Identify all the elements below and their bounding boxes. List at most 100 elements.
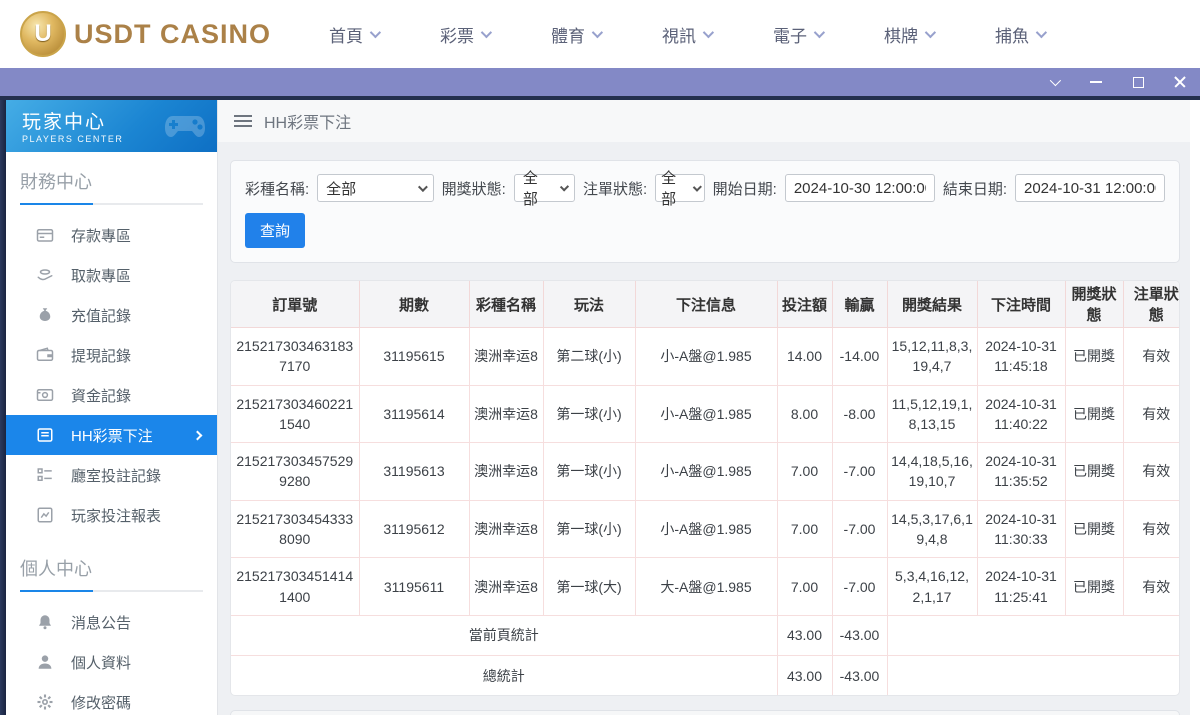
draw-status-select[interactable]: 全部 [513,170,575,208]
brand-logo[interactable]: U USDT CASINO [20,11,271,57]
page: U USDT CASINO 首頁 彩票 體育 視訊 電子 棋牌 捕魚 玩家中心 … [0,0,1200,715]
sidebar-item-funds-record[interactable]: 資金記錄 [6,375,217,415]
summary-empty [886,615,1179,656]
query-button[interactable]: 查詢 [245,213,306,248]
cell-playtype: 第一球(大) [542,557,635,616]
chevron-right-icon [192,430,203,440]
nav-label: 彩票 [440,26,475,46]
window-minimize-button[interactable] [1088,74,1104,90]
summary-label: 當前頁統計 [231,615,777,656]
cell-winloss: -14.00 [831,327,887,386]
cell-draw-status: 已開獎 [1064,557,1123,616]
sidebar-header: 玩家中心 PLAYERS CENTER [6,100,217,152]
sidebar-item-label: 存款專區 [71,227,132,245]
nav-item-sports[interactable]: 體育 [551,22,604,47]
nav-item-live[interactable]: 視訊 [662,22,715,47]
breadcrumb: HH彩票下注 [218,100,1190,142]
cell-bet-amount: 8.00 [776,385,832,444]
sidebar-item-recharge-record[interactable]: 充值記錄 [6,295,217,335]
window-maximize-button[interactable] [1130,74,1146,90]
order-status-value: 全部 [661,170,677,208]
sidebar-item-label: 廳室投註記錄 [71,467,162,485]
start-date-input[interactable] [784,174,935,202]
cell-winloss: -7.00 [831,500,887,559]
cell-bet-time: 2024-10-31 11:30:33 [976,500,1065,559]
start-date-label: 開始日期: [712,180,777,198]
lottery-name-label: 彩種名稱: [245,180,310,198]
cell-bet-time: 2024-10-31 11:45:18 [976,327,1065,386]
sidebar-item-label: 消息公告 [71,614,132,632]
sidebar-item-player-bet-report[interactable]: 玩家投注報表 [6,495,217,535]
gamepad-icon [163,108,207,142]
cell-order-status: 有效 [1122,500,1179,559]
maximize-icon [1132,76,1144,88]
lottery-name-select[interactable]: 全部 [317,174,434,202]
sidebar-item-withdraw-record[interactable]: 提現記錄 [6,335,217,375]
sidebar-item-label: 修改密碼 [71,694,132,712]
nav-label: 捕魚 [995,26,1030,46]
table-row: 2152173034575299280 31195613 澳洲幸运8 第一球(小) 小-… [231,442,1179,501]
cell-bet-info: 小-A盤@1.985 [634,327,777,386]
cell-bet-info: 小-A盤@1.985 [634,385,777,444]
summary-winloss: -43.00 [831,655,887,696]
nav-label: 體育 [551,26,586,46]
cell-lottery: 澳洲幸运8 [468,442,543,501]
moneybag-icon [36,306,54,324]
hamburger-menu-icon[interactable] [234,115,252,127]
table-row: 2152173034631837170 31195615 澳洲幸运8 第二球(小) 小-… [231,327,1179,386]
cell-draw-status: 已開獎 [1064,385,1123,444]
report-chart-icon [36,506,54,524]
order-status-select[interactable]: 全部 [655,170,705,208]
cell-winloss: -7.00 [831,557,887,616]
cell-order-id: 2152173034575299280 [231,442,359,501]
cell-order-status: 有效 [1122,557,1179,616]
bell-icon [36,613,54,631]
personal-menu: 消息公告 個人資料 修改密碼 [6,592,217,715]
person-icon [36,653,54,671]
nav-item-home[interactable]: 首頁 [329,22,382,47]
window-collapse-button[interactable] [1046,74,1062,90]
summary-bet-amount: 43.00 [776,615,832,656]
bets-table: 訂單號 期數 彩種名稱 玩法 下注信息 投注額 輸贏 開獎結果 下注時間 開獎狀… [231,281,1179,696]
sidebar-item-change-password[interactable]: 修改密碼 [6,682,217,715]
cell-lottery: 澳洲幸运8 [468,327,543,386]
cell-bet-time: 2024-10-31 11:35:52 [976,442,1065,501]
sidebar-item-deposit[interactable]: 存款專區 [6,215,217,255]
col-winloss: 輸贏 [831,281,887,328]
nav-item-cards[interactable]: 棋牌 [884,22,937,47]
cell-draw-result: 5,3,4,16,12,2,1,17 [886,557,977,616]
sidebar-item-withdraw[interactable]: 取款專區 [6,255,217,295]
end-date-input[interactable] [1015,174,1165,202]
sidebar-item-hh-lottery-bets[interactable]: HH彩票下注 [6,415,217,455]
cell-draw-result: 14,4,18,5,16,19,10,7 [886,442,977,501]
cell-draw-result: 14,5,3,17,6,19,4,8 [886,500,977,559]
cell-playtype: 第一球(小) [542,385,635,444]
lottery-name-value: 全部 [326,180,357,198]
nav-item-fishing[interactable]: 捕魚 [995,22,1048,47]
nav-label: 棋牌 [884,26,919,46]
summary-bet-amount: 43.00 [776,655,832,696]
sidebar-item-label: 玩家投注報表 [71,507,162,525]
gear-icon [36,693,54,711]
sidebar-item-announcements[interactable]: 消息公告 [6,602,217,642]
cell-period: 31195612 [358,500,469,559]
summary-winloss: -43.00 [831,615,887,656]
summary-empty [886,655,1179,696]
chevron-down-icon [369,26,382,39]
window-close-button[interactable] [1172,74,1188,90]
sidebar-item-hall-bet-record[interactable]: 廳室投註記錄 [6,455,217,495]
logo-letter: U [34,20,52,47]
cell-bet-info: 小-A盤@1.985 [634,500,777,559]
minimize-icon [1090,81,1102,83]
cell-bet-time: 2024-10-31 11:25:41 [976,557,1065,616]
sidebar: 玩家中心 PLAYERS CENTER 財務中心 存款專區 取款專區 充值記錄 … [6,100,218,715]
withdraw-hand-icon [36,266,54,284]
sidebar-item-profile[interactable]: 個人資料 [6,642,217,682]
chevron-down-icon [417,181,428,192]
nav-item-slots[interactable]: 電子 [773,22,826,47]
nav-item-lottery[interactable]: 彩票 [440,22,493,47]
cell-period: 31195615 [358,327,469,386]
page-title: HH彩票下注 [264,115,352,132]
col-bet-info: 下注信息 [634,281,777,328]
col-lottery: 彩種名稱 [468,281,543,328]
